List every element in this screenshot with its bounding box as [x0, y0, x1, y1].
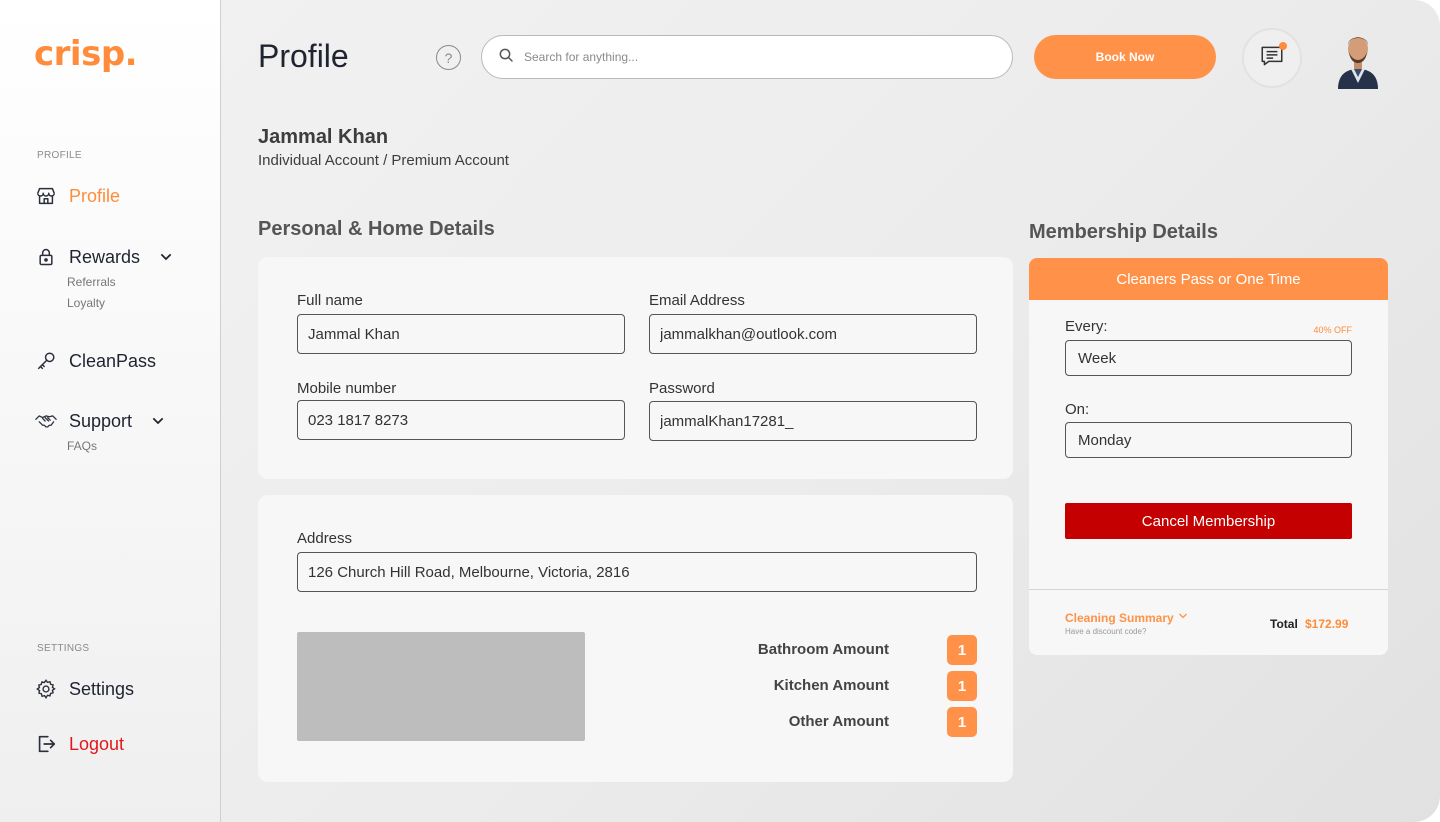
- sidebar-item-label: Profile: [69, 185, 121, 206]
- messages-button[interactable]: [1242, 28, 1302, 88]
- sidebar-item-settings[interactable]: Settings: [35, 678, 134, 700]
- lock-icon: [35, 246, 57, 268]
- chevron-down-icon: [1177, 610, 1189, 625]
- sidebar-section-profile: PROFILE: [37, 150, 82, 161]
- logo: crisp.: [34, 34, 138, 74]
- account-type: Individual Account / Premium Account: [258, 152, 509, 169]
- frequency-select[interactable]: Week: [1065, 340, 1352, 376]
- discount-badge: 40% OFF: [1313, 325, 1352, 335]
- cleaning-summary-toggle[interactable]: Cleaning Summary: [1065, 610, 1189, 625]
- sidebar-subitem-faqs[interactable]: FAQs: [67, 439, 97, 453]
- full-name-field[interactable]: [297, 314, 625, 354]
- every-label: Every:: [1065, 318, 1108, 335]
- bathroom-amount-value[interactable]: 1: [947, 635, 977, 665]
- key-icon: [35, 350, 57, 372]
- address-label: Address: [297, 530, 353, 547]
- sidebar-subitem-loyalty[interactable]: Loyalty: [67, 296, 105, 310]
- membership-plan-header[interactable]: Cleaners Pass or One Time: [1029, 258, 1388, 300]
- discount-code-link[interactable]: Have a discount code?: [1065, 627, 1146, 636]
- help-icon[interactable]: ?: [436, 45, 461, 70]
- day-select[interactable]: Monday: [1065, 422, 1352, 458]
- on-label: On:: [1065, 401, 1090, 418]
- password-label: Password: [649, 380, 715, 397]
- page-title: Profile: [258, 38, 349, 74]
- sidebar: crisp. PROFILE Profile Rewards Referrals…: [0, 0, 221, 822]
- sidebar-item-profile[interactable]: Profile: [35, 185, 120, 207]
- store-icon: [35, 185, 57, 207]
- other-amount-value[interactable]: 1: [947, 707, 977, 737]
- membership-card: Cleaners Pass or One Time Every: 40% OFF…: [1029, 258, 1388, 655]
- sidebar-item-label: Rewards: [69, 246, 141, 267]
- chevron-down-icon[interactable]: [150, 413, 166, 429]
- divider: [1029, 589, 1388, 590]
- search-icon: [498, 47, 514, 68]
- total-value: $172.99: [1305, 617, 1349, 631]
- personal-details-card: [258, 257, 1013, 479]
- user-name: Jammal Khan: [258, 126, 389, 148]
- app-window: crisp. PROFILE Profile Rewards Referrals…: [0, 0, 1440, 822]
- notification-dot: [1279, 42, 1287, 50]
- sidebar-item-label: Settings: [69, 678, 135, 699]
- sidebar-item-cleanpass[interactable]: CleanPass: [35, 350, 156, 372]
- address-field[interactable]: [297, 552, 977, 592]
- sidebar-item-label: Logout: [69, 733, 125, 754]
- search-bar[interactable]: [481, 35, 1013, 79]
- avatar[interactable]: [1334, 27, 1382, 89]
- book-now-button[interactable]: Book Now: [1034, 35, 1216, 79]
- gear-icon: [35, 678, 57, 700]
- cleaning-summary-label: Cleaning Summary: [1065, 610, 1174, 625]
- map-placeholder: [297, 632, 585, 741]
- bathroom-amount-label: Bathroom Amount: [757, 641, 889, 658]
- kitchen-amount-label: Kitchen Amount: [773, 677, 889, 694]
- membership-title: Membership Details: [1029, 221, 1218, 243]
- search-input[interactable]: [524, 50, 984, 64]
- sidebar-item-label: Support: [69, 410, 133, 431]
- sidebar-item-label: CleanPass: [69, 350, 157, 371]
- logout-icon: [35, 733, 57, 755]
- chevron-down-icon[interactable]: [158, 249, 174, 265]
- sidebar-item-rewards[interactable]: Rewards: [35, 246, 174, 268]
- sidebar-section-settings: SETTINGS: [37, 643, 90, 654]
- full-name-label: Full name: [297, 292, 363, 309]
- sidebar-subitem-referrals[interactable]: Referrals: [67, 275, 116, 289]
- password-field[interactable]: [649, 401, 977, 441]
- kitchen-amount-value[interactable]: 1: [947, 671, 977, 701]
- mobile-field[interactable]: [297, 400, 625, 440]
- cancel-membership-button[interactable]: Cancel Membership: [1065, 503, 1352, 539]
- other-amount-label: Other Amount: [788, 713, 889, 730]
- mobile-label: Mobile number: [297, 380, 397, 397]
- personal-details-title: Personal & Home Details: [258, 218, 495, 240]
- sidebar-item-support[interactable]: Support: [35, 410, 166, 432]
- total-label: Total: [1270, 617, 1298, 631]
- handshake-icon: [35, 410, 57, 432]
- email-label: Email Address: [649, 292, 745, 309]
- email-field[interactable]: [649, 314, 977, 354]
- sidebar-item-logout[interactable]: Logout: [35, 733, 124, 755]
